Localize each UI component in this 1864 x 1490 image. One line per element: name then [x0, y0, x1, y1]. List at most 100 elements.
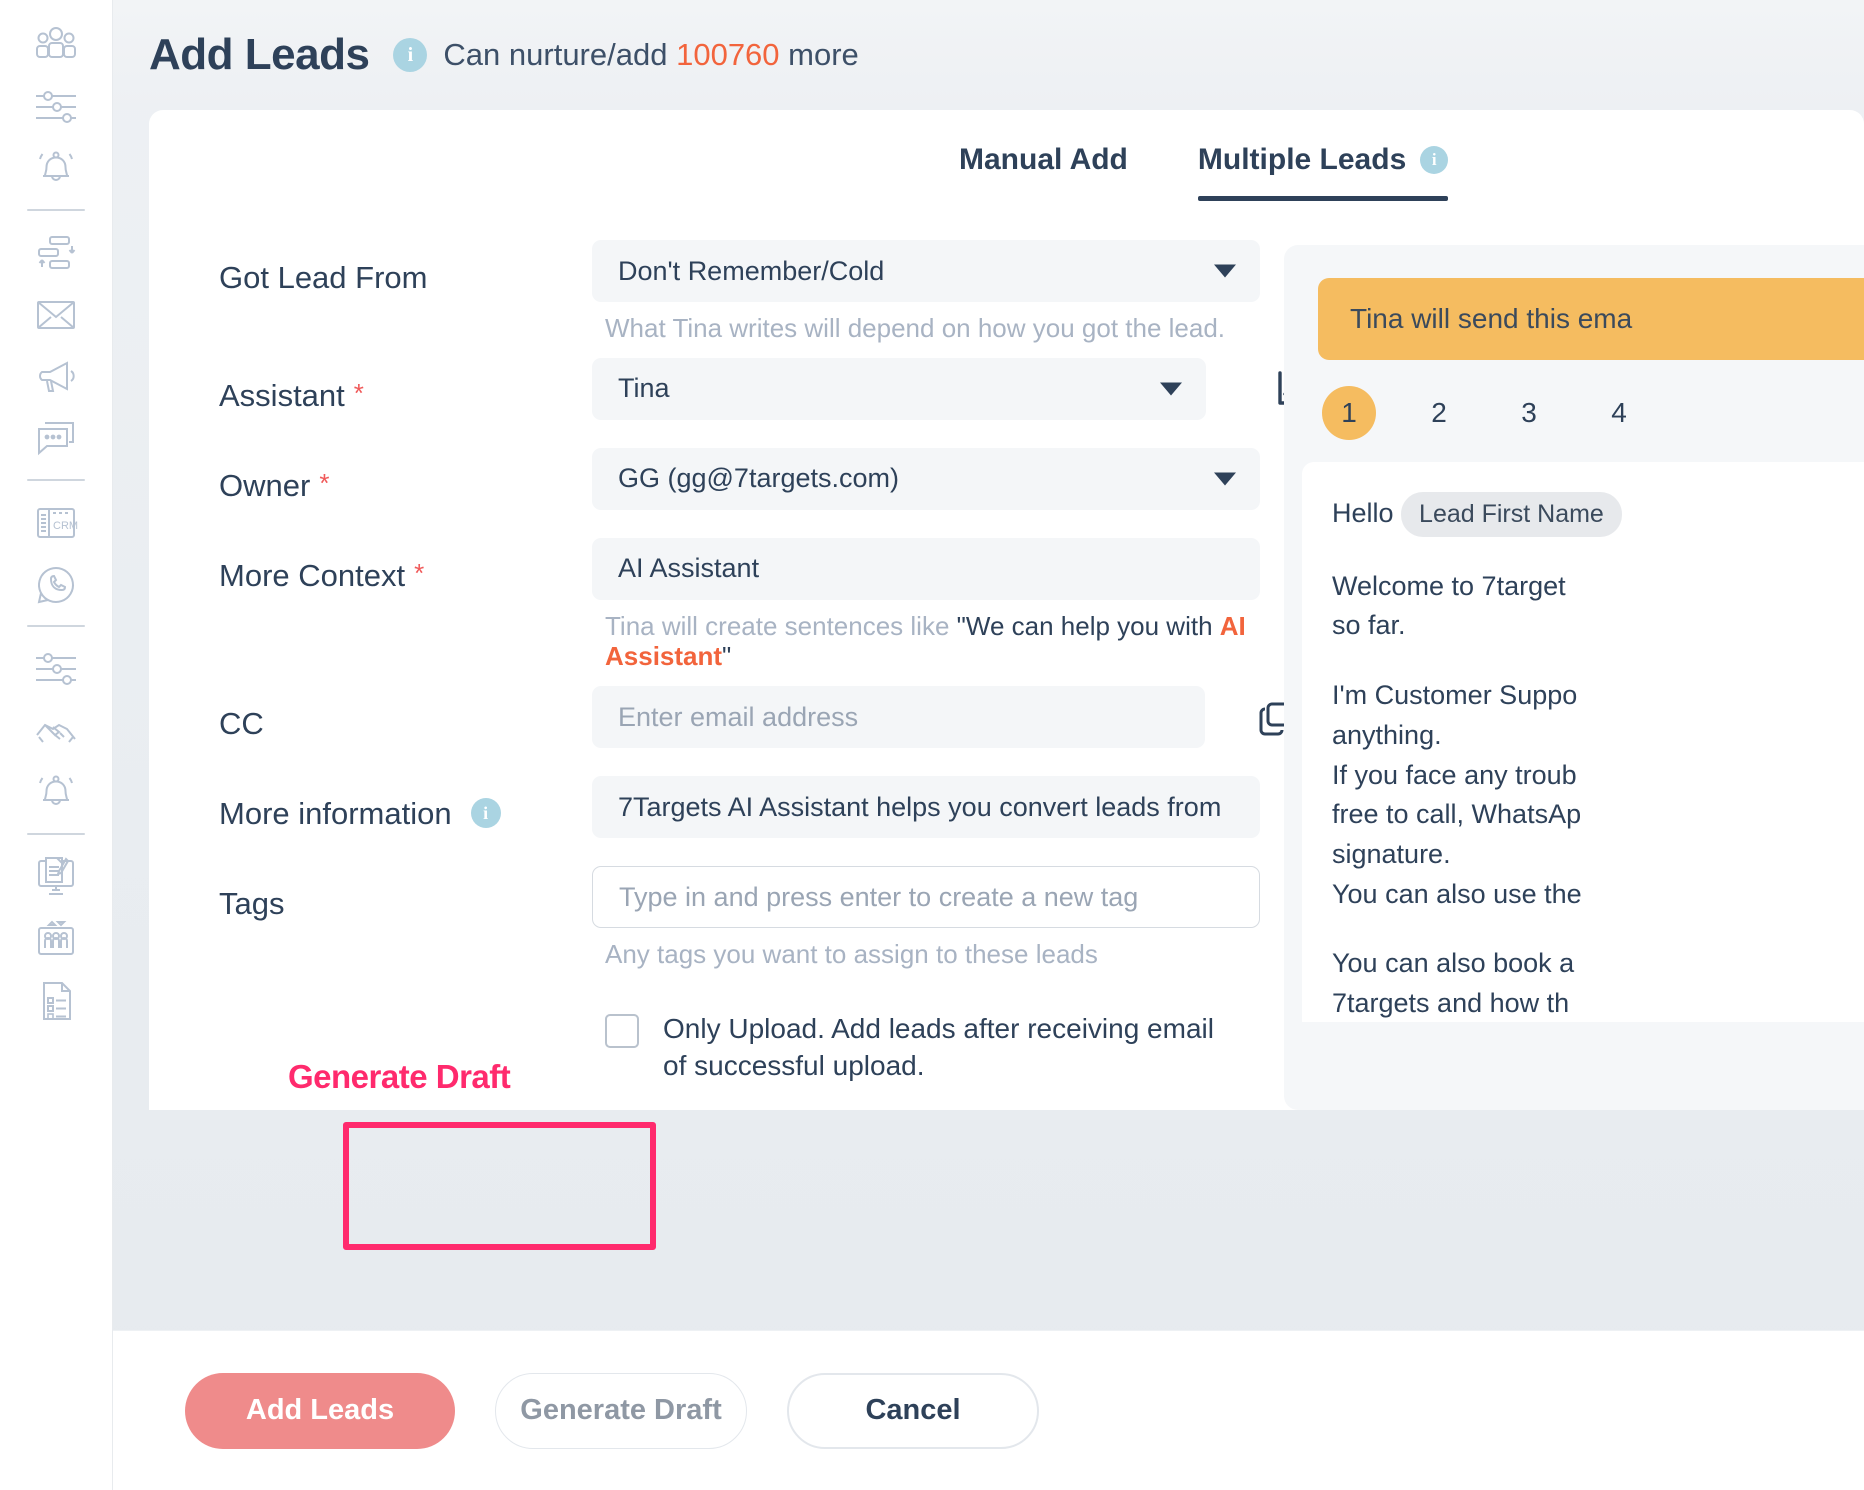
more-information-label: More information i — [219, 776, 592, 866]
monitor-document-icon — [33, 855, 79, 899]
sidebar-item-tasks[interactable] — [25, 970, 87, 1032]
sidebar-item-crm[interactable]: CRM — [25, 492, 87, 554]
assistant-value: Tina — [618, 373, 670, 404]
email-page-3[interactable]: 3 — [1502, 386, 1556, 440]
sidebar-divider — [27, 209, 85, 211]
header-lead-count: 100760 — [676, 37, 779, 72]
svg-text:CRM: CRM — [53, 520, 78, 532]
email-line: signature. — [1332, 835, 1864, 875]
owner-label-text: Owner — [219, 468, 310, 504]
field-row-assistant: Assistant * Tina — [219, 358, 1234, 448]
field-row-owner: Owner * GG (gg@7targets.com) — [219, 448, 1234, 538]
sidebar-item-contacts[interactable] — [25, 908, 87, 970]
email-line: If you face any troub — [1332, 756, 1864, 796]
more-information-label-text: More information — [219, 796, 452, 832]
cc-input[interactable]: Enter email address — [592, 686, 1205, 748]
cc-label: CC — [219, 686, 592, 776]
tab-multiple-leads[interactable]: Multiple Leads i — [1198, 125, 1448, 201]
sidebar-divider-2 — [27, 479, 85, 481]
only-upload-row: Only Upload. Add leads after receiving e… — [605, 1010, 1234, 1086]
got-lead-from-label: Got Lead From — [219, 240, 592, 358]
add-leads-button[interactable]: Add Leads — [185, 1373, 455, 1449]
sidebar-rail: CRM — [0, 0, 113, 1490]
field-row-more-information: More information i 7Targets AI Assistant… — [219, 776, 1234, 866]
more-context-required-mark: * — [414, 558, 424, 589]
header-note: Can nurture/add 100760 more — [443, 37, 858, 73]
email-line: Welcome to 7target — [1332, 567, 1864, 607]
tab-bar: Manual Add Multiple Leads i — [149, 110, 1864, 215]
email-line: free to call, WhatsAp — [1332, 795, 1864, 835]
multiple-leads-info-icon[interactable]: i — [1420, 146, 1448, 174]
sidebar-item-alerts[interactable] — [25, 762, 87, 824]
sidebar-item-preferences[interactable] — [25, 638, 87, 700]
handshake-icon — [33, 713, 79, 749]
owner-required-mark: * — [319, 468, 329, 499]
page-header: Add Leads i Can nurture/add 100760 more — [113, 0, 1864, 110]
got-lead-from-select[interactable]: Don't Remember/Cold — [592, 240, 1260, 302]
assistant-select[interactable]: Tina — [592, 358, 1206, 420]
email-greeting-line: Hello Lead First Name — [1332, 492, 1864, 537]
tab-multiple-leads-label: Multiple Leads — [1198, 143, 1406, 177]
info-icon[interactable]: i — [393, 38, 427, 72]
field-row-cc: CC Enter email address — [219, 686, 1234, 776]
whatsapp-icon — [33, 562, 79, 608]
tab-manual-add-label: Manual Add — [959, 143, 1128, 177]
cancel-button[interactable]: Cancel — [787, 1373, 1039, 1449]
more-information-input[interactable]: 7Targets AI Assistant helps you convert … — [592, 776, 1260, 838]
more-information-info-icon[interactable]: i — [471, 798, 501, 828]
sidebar-item-emails[interactable] — [25, 284, 87, 346]
tab-manual-add[interactable]: Manual Add — [959, 125, 1128, 201]
main-area: Add Leads i Can nurture/add 100760 more … — [113, 0, 1864, 1490]
email-page-2[interactable]: 2 — [1412, 386, 1466, 440]
sidebar-item-notifications[interactable] — [25, 138, 87, 200]
email-page-4[interactable]: 4 — [1592, 386, 1646, 440]
crm-icon: CRM — [33, 504, 79, 542]
only-upload-label: Only Upload. Add leads after receiving e… — [663, 1010, 1234, 1086]
sequence-icon — [33, 233, 79, 273]
sidebar-item-team[interactable] — [25, 14, 87, 76]
field-row-got-lead-from: Got Lead From Don't Remember/Cold What T… — [219, 240, 1234, 358]
email-line: You can also book a — [1332, 944, 1864, 984]
bell-icon — [33, 146, 79, 192]
owner-select[interactable]: GG (gg@7targets.com) — [592, 448, 1260, 510]
sidebar-item-settings[interactable] — [25, 76, 87, 138]
got-lead-from-helper: What Tina writes will depend on how you … — [605, 313, 1295, 344]
sliders-icon — [33, 87, 79, 127]
envelope-icon — [33, 297, 79, 333]
sidebar-item-reports[interactable] — [25, 846, 87, 908]
owner-value: GG (gg@7targets.com) — [618, 463, 899, 494]
email-line: anything. — [1332, 716, 1864, 756]
tags-placeholder: Type in and press enter to create a new … — [619, 882, 1138, 913]
sidebar-item-whatsapp[interactable] — [25, 554, 87, 616]
more-context-helper-quote-close: " — [722, 641, 731, 671]
page-title: Add Leads — [149, 30, 369, 80]
owner-label: Owner * — [219, 448, 592, 538]
chevron-down-icon — [1160, 382, 1182, 395]
email-preview-panel: Tina will send this ema 1 2 3 4 Hello Le… — [1284, 245, 1864, 1110]
got-lead-from-value: Don't Remember/Cold — [618, 256, 884, 287]
more-context-helper-quote-open: "We can help you with — [957, 611, 1213, 641]
assistant-label-text: Assistant — [219, 378, 345, 414]
email-line: I'm Customer Suppo — [1332, 676, 1864, 716]
email-page-1[interactable]: 1 — [1322, 386, 1376, 440]
sidebar-item-campaigns[interactable] — [25, 346, 87, 408]
more-context-label: More Context * — [219, 538, 592, 686]
more-context-value: AI Assistant — [618, 553, 759, 584]
sidebar-item-sequences[interactable] — [25, 222, 87, 284]
people-panel-icon — [33, 918, 79, 960]
sliders-2-icon — [33, 649, 79, 689]
team-icon — [33, 22, 79, 68]
more-context-input[interactable]: AI Assistant — [592, 538, 1260, 600]
checklist-document-icon — [33, 978, 79, 1024]
preview-banner: Tina will send this ema — [1318, 278, 1864, 360]
sidebar-item-deals[interactable] — [25, 700, 87, 762]
chat-icon — [33, 419, 79, 459]
sidebar-item-chat[interactable] — [25, 408, 87, 470]
tags-input[interactable]: Type in and press enter to create a new … — [592, 866, 1260, 928]
only-upload-checkbox[interactable] — [605, 1014, 639, 1048]
sidebar-divider-4 — [27, 833, 85, 835]
header-note-prefix: Can nurture/add — [443, 37, 667, 72]
assistant-required-mark: * — [354, 378, 364, 409]
header-note-suffix: more — [788, 37, 859, 72]
generate-draft-button[interactable]: Generate Draft — [495, 1373, 747, 1449]
